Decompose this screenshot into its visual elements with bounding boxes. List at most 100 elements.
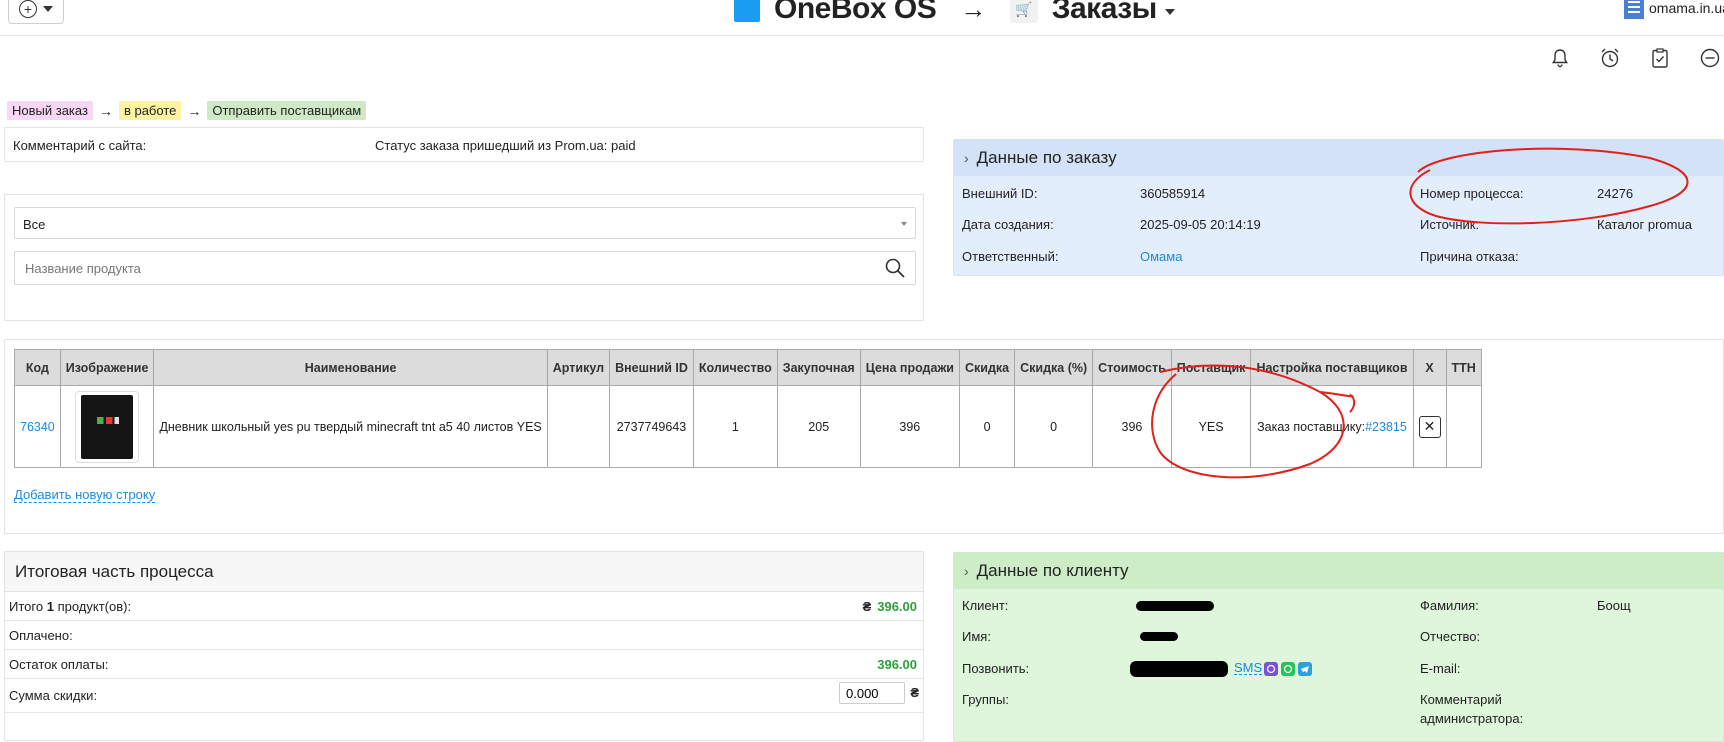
- remove-row-button[interactable]: ✕: [1418, 415, 1441, 438]
- telegram-icon[interactable]: [1298, 662, 1312, 676]
- summary-paid-row: Оплачено:: [5, 621, 923, 650]
- alarm-clock-icon[interactable]: [1598, 46, 1622, 70]
- summary-title: Итоговая часть процесса: [15, 561, 214, 581]
- chevron-right-icon: ›: [964, 563, 969, 579]
- product-sale-price[interactable]: 396: [859, 385, 961, 468]
- surname-value: Боощ: [1597, 598, 1631, 613]
- client-label: Клиент:: [962, 598, 1009, 613]
- product-thumbnail[interactable]: [75, 390, 140, 463]
- status-new-order[interactable]: Новый заказ: [7, 101, 93, 120]
- product-quantity[interactable]: 1: [692, 385, 778, 468]
- prom-status-text: Статус заказа пришедший из Prom.ua: paid: [375, 138, 636, 153]
- column-header[interactable]: Скидка (%): [1014, 349, 1094, 386]
- client-data-header[interactable]: › Данные по клиенту: [954, 553, 1723, 589]
- product-discount[interactable]: 0: [958, 385, 1016, 468]
- status-arrow: →: [187, 102, 202, 119]
- clipboard-check-icon[interactable]: [1648, 46, 1672, 70]
- status-send-to-suppliers[interactable]: Отправить поставщикам: [207, 101, 367, 120]
- section-title[interactable]: Заказы: [1052, 0, 1158, 26]
- column-header[interactable]: Количество: [692, 349, 778, 386]
- status-in-work[interactable]: в работе: [118, 101, 182, 120]
- product-purchase-price[interactable]: 205: [776, 385, 861, 468]
- rest-label: Остаток оплаты:: [9, 656, 109, 672]
- supplier-order-link[interactable]: #23815: [1365, 420, 1407, 434]
- external-id-label: Внешний ID:: [962, 186, 1038, 201]
- notebook-image: [81, 394, 134, 459]
- table-header-row: Код Изображение Наименование Артикул Вне…: [14, 349, 1482, 386]
- redacted-first-name: [1140, 632, 1178, 641]
- order-data-header[interactable]: › Данные по заказу: [954, 140, 1723, 176]
- column-header[interactable]: Настройка поставщиков: [1250, 349, 1414, 386]
- discount-currency: ₴: [910, 685, 919, 700]
- admin-comment-label-1: Комментарий: [1420, 692, 1502, 707]
- discount-sum-label: Сумма скидки:: [9, 688, 98, 703]
- product-category-select[interactable]: Все: [14, 207, 916, 239]
- column-header[interactable]: Изображение: [59, 349, 155, 386]
- refusal-reason-label: Причина отказа:: [1420, 249, 1519, 264]
- total-label: Итого 1 продукт(ов):: [9, 598, 132, 614]
- admin-comment-label-2: администратора:: [1420, 711, 1524, 726]
- column-header[interactable]: Скидка: [958, 349, 1016, 386]
- surname-label: Фамилия:: [1420, 598, 1479, 613]
- order-data-panel: › Данные по заказу: [953, 139, 1724, 276]
- client-data-title: Данные по клиенту: [976, 561, 1129, 580]
- product-discount-percent[interactable]: 0: [1014, 385, 1094, 468]
- summary-discount-row: Сумма скидки: ₴: [5, 679, 923, 713]
- account-name: omama.in.ua: [1649, 0, 1724, 16]
- column-header[interactable]: Поставщик: [1170, 349, 1252, 386]
- viber-icon[interactable]: [1264, 662, 1278, 676]
- onebox-logo-icon: [734, 0, 760, 22]
- groups-label: Группы:: [962, 692, 1009, 707]
- product-search-input[interactable]: [15, 252, 865, 284]
- account-switcher[interactable]: omama.in.ua: [1624, 0, 1724, 20]
- source-label: Источник:: [1420, 217, 1480, 232]
- redacted-phone: [1130, 661, 1228, 677]
- column-header[interactable]: Цена продажи: [859, 349, 961, 386]
- paid-label: Оплачено:: [9, 627, 73, 643]
- column-header[interactable]: Стоимость: [1092, 349, 1172, 386]
- responsible-link[interactable]: Омама: [1140, 249, 1182, 264]
- product-code-link[interactable]: 76340: [20, 420, 55, 434]
- add-row-link[interactable]: Добавить новую строку: [14, 488, 156, 503]
- process-summary-panel: Итоговая часть процесса Итого 1 продукт(…: [4, 551, 924, 741]
- sms-link[interactable]: SMS: [1234, 661, 1263, 675]
- top-bar: + OneBox OS → 🛒 Заказы omama.in.ua: [0, 0, 1724, 36]
- table-row: 76340 Дневник школьный yes pu твердый mi…: [14, 385, 1482, 468]
- product-supplier[interactable]: YES: [1170, 385, 1252, 468]
- chevron-down-icon: [901, 222, 907, 226]
- building-icon: [1624, 0, 1644, 19]
- supplier-settings-cell: Заказ поставщику:#23815: [1250, 385, 1414, 468]
- created-label: Дата создания:: [962, 217, 1054, 232]
- column-header[interactable]: Закупочная: [776, 349, 861, 386]
- product-filter-panel: Все: [4, 194, 924, 321]
- minus-circle-icon[interactable]: [1698, 46, 1722, 70]
- status-arrow: →: [98, 102, 113, 119]
- product-code-cell: 76340: [14, 385, 61, 468]
- column-header[interactable]: Наименование: [153, 349, 548, 386]
- bell-icon[interactable]: [1548, 46, 1572, 70]
- breadcrumb: OneBox OS → 🛒 Заказы: [734, 0, 1175, 26]
- section-dropdown-icon[interactable]: [1164, 9, 1175, 15]
- chevron-down-icon: [43, 6, 53, 12]
- product-name: Дневник школьный yes pu твердый minecraf…: [153, 385, 548, 468]
- search-icon[interactable]: [885, 258, 905, 278]
- product-image-cell: [59, 385, 155, 468]
- products-table: Код Изображение Наименование Артикул Вне…: [14, 349, 1482, 468]
- column-header[interactable]: Внешний ID: [609, 349, 694, 386]
- discount-sum-input[interactable]: [839, 682, 905, 704]
- process-number-value: 24276: [1597, 186, 1634, 201]
- toolbar-icons: [1548, 46, 1722, 70]
- cart-icon: 🛒: [1009, 0, 1038, 23]
- column-header[interactable]: Код: [14, 349, 61, 386]
- products-panel: Код Изображение Наименование Артикул Вне…: [4, 339, 1724, 534]
- column-header[interactable]: Артикул: [546, 349, 611, 386]
- whatsapp-icon[interactable]: [1281, 662, 1295, 676]
- call-label: Позвонить:: [962, 661, 1030, 676]
- status-flow: Новый заказ → в работе → Отправить поста…: [7, 101, 367, 120]
- column-header[interactable]: ТТН: [1445, 349, 1482, 386]
- brand-name[interactable]: OneBox OS: [774, 0, 937, 26]
- add-menu-button[interactable]: +: [8, 0, 64, 24]
- external-id-value: 360585914: [1140, 186, 1206, 201]
- product-cost: 396: [1092, 385, 1172, 468]
- column-header[interactable]: X: [1412, 349, 1447, 386]
